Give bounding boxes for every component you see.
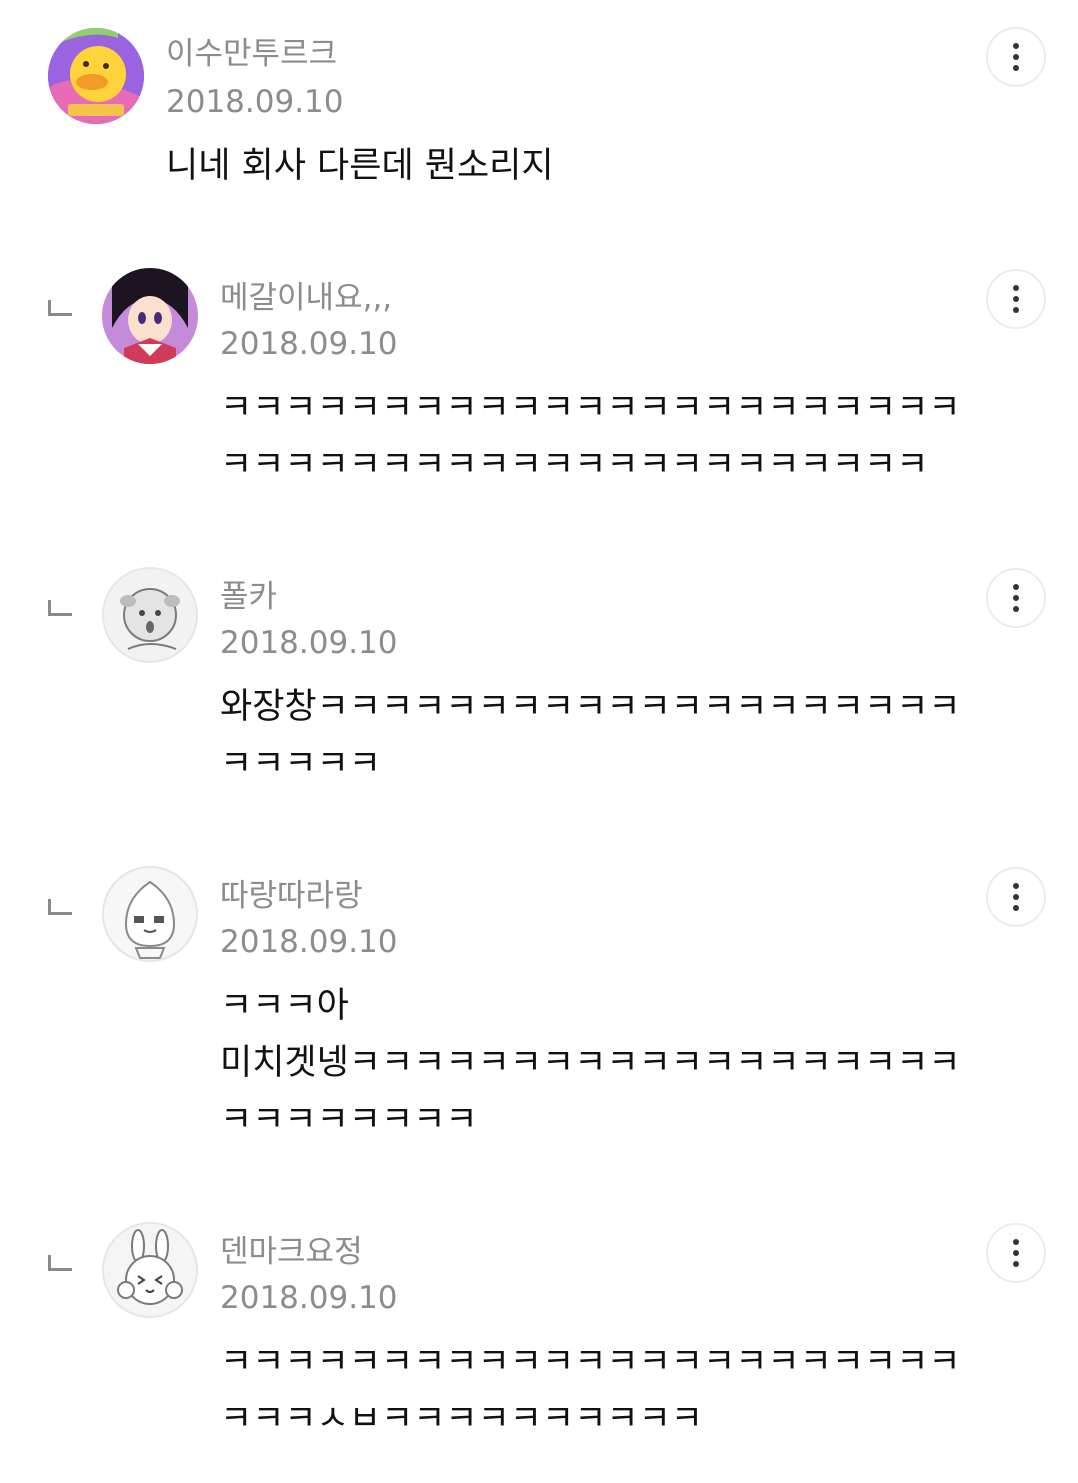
comment-text: 니네 회사 다른데 뭔소리지	[166, 146, 554, 186]
reply-indicator-icon	[48, 1255, 72, 1271]
more-options-button[interactable]	[986, 27, 1046, 87]
comment-author[interactable]: 따랑따라랑	[220, 876, 363, 916]
kebab-menu-icon	[1013, 883, 1019, 911]
comment-text: ㅋㅋㅋ아 미치겟넹ㅋㅋㅋㅋㅋㅋㅋㅋㅋㅋㅋㅋㅋㅋㅋㅋㅋㅋㅋ ㅋㅋㅋㅋㅋㅋㅋㅋ	[220, 986, 961, 1140]
rabbit-avatar-icon[interactable]	[102, 1222, 198, 1318]
more-options-button[interactable]	[986, 1223, 1046, 1283]
anime-girl-avatar-icon[interactable]	[102, 268, 198, 364]
comment-author[interactable]: 메갈이내요,,,	[220, 278, 392, 318]
kebab-menu-icon	[1013, 285, 1019, 313]
duck-avatar-icon[interactable]	[48, 28, 144, 124]
kebab-menu-icon	[1013, 584, 1019, 612]
comment-date: 2018.09.10	[220, 924, 398, 960]
peach-avatar-icon[interactable]	[102, 866, 198, 962]
comment-date: 2018.09.10	[220, 1280, 398, 1316]
comment-text: ㅋㅋㅋㅋㅋㅋㅋㅋㅋㅋㅋㅋㅋㅋㅋㅋㅋㅋㅋㅋㅋㅋㅋ ㅋㅋㅋㅋㅋㅋㅋㅋㅋㅋㅋㅋㅋㅋㅋㅋ…	[220, 388, 961, 485]
kebab-menu-icon	[1013, 43, 1019, 71]
dog-avatar-icon[interactable]	[102, 567, 198, 663]
comment-author[interactable]: 덴마크요정	[220, 1232, 363, 1272]
more-options-button[interactable]	[986, 269, 1046, 329]
reply-indicator-icon	[48, 899, 72, 915]
comment-text: ㅋㅋㅋㅋㅋㅋㅋㅋㅋㅋㅋㅋㅋㅋㅋㅋㅋㅋㅋㅋㅋㅋㅋ ㅋㅋㅋㅅㅂㅋㅋㅋㅋㅋㅋㅋㅋㅋㅋ	[220, 1342, 961, 1439]
comment-author[interactable]: 폴카	[220, 577, 277, 617]
reply-indicator-icon	[48, 300, 72, 316]
comment-date: 2018.09.10	[166, 84, 344, 120]
reply-indicator-icon	[48, 600, 72, 616]
more-options-button[interactable]	[986, 568, 1046, 628]
comment-date: 2018.09.10	[220, 326, 398, 362]
more-options-button[interactable]	[986, 867, 1046, 927]
kebab-menu-icon	[1013, 1239, 1019, 1267]
comment-author[interactable]: 이수만투르크	[166, 34, 337, 74]
comment-text: 와장창ㅋㅋㅋㅋㅋㅋㅋㅋㅋㅋㅋㅋㅋㅋㅋㅋㅋㅋㅋㅋ ㅋㅋㅋㅋㅋ	[220, 687, 961, 784]
comment-date: 2018.09.10	[220, 625, 398, 661]
